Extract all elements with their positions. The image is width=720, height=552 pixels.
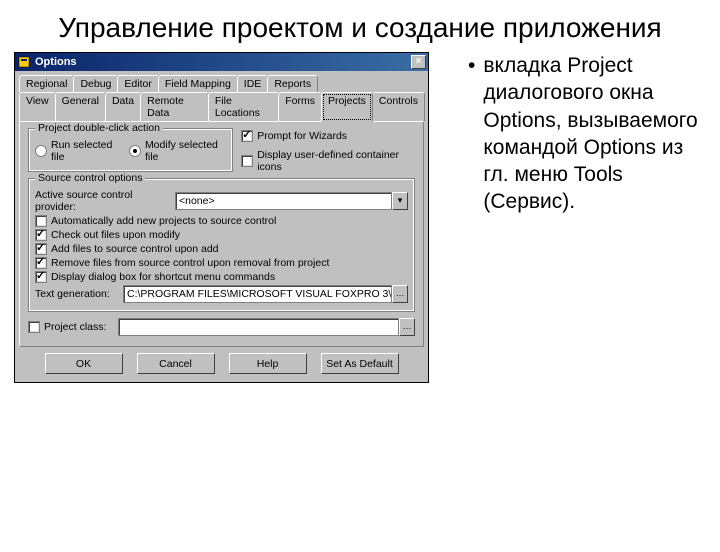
radio-run-label: Run selected file: [51, 139, 122, 163]
project-class-label: Project class:: [44, 321, 118, 333]
provider-label: Active source control provider:: [35, 189, 175, 213]
check-prompt-wizards-label: Prompt for Wizards: [257, 130, 347, 142]
check-checkout-label: Check out files upon modify: [51, 229, 180, 241]
check-auto-add[interactable]: [35, 215, 47, 227]
check-display-dialog-label: Display dialog box for shortcut menu com…: [51, 271, 275, 283]
slide-bullet: • вкладка Project диалогового окна Optio…: [444, 52, 706, 383]
help-button[interactable]: Help: [229, 353, 307, 374]
tab-field-mapping[interactable]: Field Mapping: [158, 75, 238, 92]
tab-reports[interactable]: Reports: [267, 75, 318, 92]
tab-ide[interactable]: IDE: [237, 75, 269, 92]
tab-strip: Regional Debug Editor Field Mapping IDE …: [15, 71, 428, 121]
window-icon: [17, 55, 31, 69]
titlebar: Options ×: [15, 53, 428, 71]
slide-title: Управление проектом и создание приложени…: [0, 12, 720, 44]
group-source-control-title: Source control options: [35, 172, 145, 184]
radio-modify[interactable]: [129, 145, 141, 157]
ok-button[interactable]: OK: [45, 353, 123, 374]
tab-general[interactable]: General: [55, 92, 106, 121]
check-remove-files-label: Remove files from source control upon re…: [51, 257, 329, 269]
tab-forms[interactable]: Forms: [278, 92, 322, 121]
bullet-text: вкладка Project диалогового окна Options…: [483, 52, 706, 216]
check-display-dialog[interactable]: [35, 271, 47, 283]
check-add-files[interactable]: [35, 243, 47, 255]
radio-modify-label: Modify selected file: [145, 139, 226, 163]
tab-panel-projects: Project double-click action Run selected…: [19, 121, 424, 347]
tab-data[interactable]: Data: [105, 92, 141, 121]
provider-value: <none>: [175, 192, 392, 210]
tab-regional[interactable]: Regional: [19, 75, 74, 92]
provider-combo[interactable]: <none> ▾: [175, 192, 408, 210]
tab-file-locations[interactable]: File Locations: [208, 92, 279, 121]
button-bar: OK Cancel Help Set As Default: [15, 347, 428, 382]
textgen-browse-button[interactable]: …: [392, 285, 408, 303]
textgen-field[interactable]: C:\PROGRAM FILES\MICROSOFT VISUAL FOXPRO…: [123, 285, 392, 303]
group-source-control: Source control options Active source con…: [28, 178, 415, 312]
radio-run[interactable]: [35, 145, 47, 157]
check-display-icons[interactable]: [241, 155, 253, 167]
textgen-label: Text generation:: [35, 288, 123, 300]
check-display-icons-label: Display user-defined container icons: [257, 149, 415, 173]
group-doubleclick-title: Project double-click action: [35, 122, 163, 134]
check-add-files-label: Add files to source control upon add: [51, 243, 219, 255]
group-doubleclick: Project double-click action Run selected…: [28, 128, 233, 172]
tab-remote-data[interactable]: Remote Data: [140, 92, 209, 121]
tab-debug[interactable]: Debug: [73, 75, 118, 92]
check-auto-add-label: Automatically add new projects to source…: [51, 215, 276, 227]
check-project-class[interactable]: [28, 321, 40, 333]
tab-controls[interactable]: Controls: [372, 92, 425, 121]
tab-editor[interactable]: Editor: [117, 75, 158, 92]
tab-projects[interactable]: Projects: [321, 92, 373, 122]
check-checkout[interactable]: [35, 229, 47, 241]
check-remove-files[interactable]: [35, 257, 47, 269]
project-class-browse-button[interactable]: …: [399, 318, 415, 336]
cancel-button[interactable]: Cancel: [137, 353, 215, 374]
bullet-icon: •: [468, 52, 475, 216]
tab-view[interactable]: View: [19, 92, 56, 121]
close-icon[interactable]: ×: [411, 55, 426, 69]
window-title: Options: [35, 56, 411, 68]
check-prompt-wizards[interactable]: [241, 130, 253, 142]
options-dialog: Options × Regional Debug Editor Field Ma…: [14, 52, 429, 383]
set-default-button[interactable]: Set As Default: [321, 353, 399, 374]
project-class-field[interactable]: [118, 318, 399, 336]
chevron-down-icon[interactable]: ▾: [392, 192, 408, 210]
